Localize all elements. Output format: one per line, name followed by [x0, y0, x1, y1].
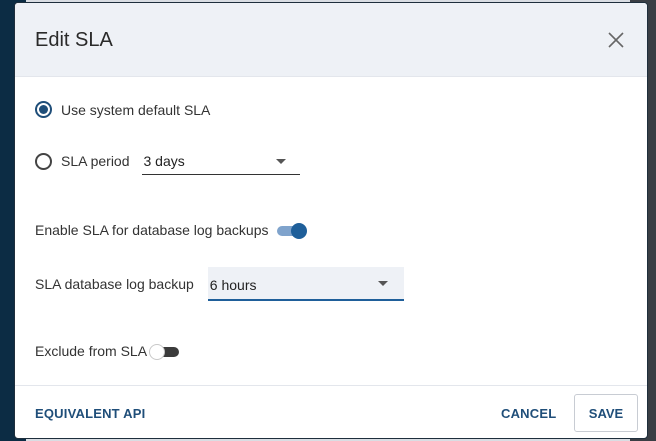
chevron-down-icon — [377, 281, 388, 286]
default-sla-label: Use system default SLA — [61, 101, 211, 118]
exclude-label: Exclude from SLA — [35, 343, 148, 359]
equivalent-api-link[interactable]: EQUIVALENT API — [35, 406, 145, 421]
exclude-row: Exclude from SLA — [35, 343, 181, 360]
close-button[interactable] — [605, 29, 627, 51]
toggle-thumb — [149, 344, 166, 360]
sla-period-radio[interactable] — [35, 152, 52, 170]
sla-period-select[interactable]: 3 days — [141, 147, 300, 175]
enable-db-log-toggle[interactable] — [276, 223, 307, 239]
enable-db-log-label: Enable SLA for database log backups — [35, 222, 269, 238]
db-log-backup-label: SLA database log backup — [35, 276, 194, 292]
dialog-header: Edit SLA — [15, 3, 647, 77]
db-log-backup-row: SLA database log backup 6 hours — [35, 267, 404, 301]
edit-sla-dialog: Edit SLA Use system default SLA SLA peri… — [14, 2, 648, 439]
sla-period-label: SLA period — [61, 153, 130, 169]
sla-period-value: 3 days — [143, 153, 185, 169]
save-button[interactable]: SAVE — [574, 394, 638, 432]
sla-period-option: SLA period 3 days — [35, 147, 300, 175]
chevron-down-icon — [275, 158, 286, 164]
default-sla-option[interactable]: Use system default SLA — [35, 101, 210, 118]
dialog-title: Edit SLA — [35, 29, 113, 51]
db-log-backup-value: 6 hours — [209, 277, 257, 293]
default-sla-radio[interactable] — [35, 101, 52, 118]
cancel-button[interactable]: CANCEL — [501, 406, 556, 421]
db-log-backup-select[interactable]: 6 hours — [207, 267, 404, 301]
enable-db-log-row: Enable SLA for database log backups — [35, 222, 307, 239]
exclude-toggle[interactable] — [149, 344, 181, 360]
close-icon — [608, 32, 624, 48]
toggle-thumb — [290, 223, 307, 239]
dialog-footer: EQUIVALENT API CANCEL SAVE — [15, 385, 647, 438]
